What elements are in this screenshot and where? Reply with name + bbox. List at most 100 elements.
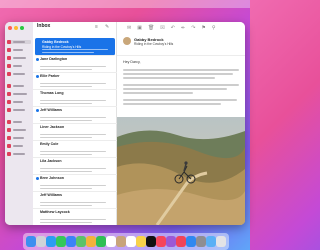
podcasts-icon[interactable]	[166, 236, 176, 247]
message-preview-line	[40, 184, 106, 186]
message-sender: Jeff Williams	[40, 108, 62, 112]
message-sender: Jane Darlington	[40, 57, 68, 61]
sidebar-item[interactable]	[7, 128, 26, 132]
close-window-button[interactable]	[8, 26, 12, 30]
message-preview-line	[40, 204, 92, 206]
message-row[interactable]: Jane Darlington	[33, 55, 117, 73]
settings-icon[interactable]	[196, 236, 206, 247]
message-preview-line	[40, 102, 92, 104]
message-sender: Gabby Bedrock	[42, 40, 69, 44]
message-row[interactable]: Matthew Laycock	[33, 208, 117, 225]
message-row[interactable]: Emily Cole	[33, 140, 117, 158]
unread-dot-icon	[35, 75, 39, 78]
dock	[23, 233, 229, 250]
unread-dot-icon	[35, 58, 39, 61]
message-list: Inbox ≡ ✎ Gabby Bedrock Riding in the Cow…	[33, 22, 117, 225]
sidebar-item[interactable]	[7, 152, 25, 156]
calendar-icon[interactable]	[106, 236, 116, 247]
message-sender: Bree Johnson	[40, 176, 64, 180]
message-preview-line	[40, 65, 106, 67]
message-sender: Jeff Williams	[40, 193, 62, 197]
message-subject: Riding in the Cowboy's Hills	[134, 42, 174, 46]
news-icon[interactable]	[176, 236, 186, 247]
body-text-line	[123, 69, 239, 71]
folder-icon[interactable]	[206, 236, 216, 247]
mailbox-icon	[7, 100, 11, 104]
sidebar-item-inbox[interactable]	[7, 40, 31, 44]
folder-icon	[7, 128, 11, 132]
archive-icon[interactable]: ▣	[137, 25, 142, 31]
message-preview-line	[40, 116, 106, 118]
message-row[interactable]: Gabby Bedrock Riding in the Cowboy's Hill…	[35, 38, 115, 56]
appstore-icon[interactable]	[186, 236, 196, 247]
message-sender: Liner Jackson	[40, 125, 65, 129]
mailbox-title: Inbox	[37, 23, 51, 29]
sidebar-item[interactable]	[7, 108, 25, 112]
trash-icon[interactable]: 🗑	[148, 25, 154, 31]
message-preview-line	[40, 187, 92, 189]
message-preview-line	[40, 153, 92, 155]
music-icon[interactable]	[156, 236, 166, 247]
reply-all-icon[interactable]: ↞	[181, 25, 185, 31]
message-preview-line	[40, 68, 92, 70]
message-row[interactable]: Bree Johnson	[33, 174, 117, 192]
launchpad-icon[interactable]	[36, 236, 46, 247]
mailbox-icon	[7, 72, 11, 76]
search-icon[interactable]: ⚲	[212, 25, 216, 31]
messages-icon[interactable]	[56, 236, 66, 247]
forward-icon[interactable]: ↷	[191, 25, 195, 31]
tv-icon[interactable]	[146, 236, 156, 247]
mailbox-icon	[7, 64, 11, 68]
sidebar-item[interactable]	[7, 100, 23, 104]
body-text-line	[123, 88, 227, 90]
reply-icon[interactable]: ↶	[171, 25, 175, 31]
body-text-line	[123, 99, 237, 101]
sidebar-item[interactable]	[7, 72, 25, 76]
sidebar-item[interactable]	[7, 84, 24, 88]
sidebar-item[interactable]	[7, 48, 23, 52]
menu-bar	[0, 0, 250, 8]
trash-icon[interactable]	[216, 236, 226, 247]
body-text-line	[123, 92, 193, 94]
message-row[interactable]: Jeff Williams	[33, 191, 117, 209]
sidebar-item[interactable]	[7, 56, 26, 60]
minimize-window-button[interactable]	[14, 26, 18, 30]
message-preview-line	[40, 136, 92, 138]
maps-icon[interactable]	[76, 236, 86, 247]
sidebar-item[interactable]	[7, 120, 22, 124]
inbox-icon	[7, 40, 11, 44]
message-row[interactable]: Liner Jackson	[33, 123, 117, 141]
message-row[interactable]: Ellie Parker	[33, 72, 117, 90]
notes-icon[interactable]	[136, 236, 146, 247]
flag-icon[interactable]: ⚑	[201, 25, 205, 31]
sidebar-item[interactable]	[7, 136, 24, 140]
message-preview-line	[40, 119, 92, 121]
compose-icon[interactable]: ✎	[105, 25, 109, 30]
message-row[interactable]: Thomas Long	[33, 89, 117, 107]
folder-icon	[7, 136, 11, 140]
attached-photo[interactable]	[117, 117, 245, 225]
message-sender: Matthew Laycock	[40, 210, 70, 214]
message-preview-line	[40, 150, 106, 152]
message-header: Gabby Bedrock Riding in the Cowboy's Hil…	[117, 34, 245, 56]
message-sender: Thomas Long	[40, 91, 64, 95]
sidebar-item[interactable]	[7, 92, 27, 96]
sidebar-item[interactable]	[7, 144, 23, 148]
safari-icon[interactable]	[46, 236, 56, 247]
reading-pane: ✉ ▣ 🗑 ☒ ↶ ↞ ↷ ⚑ ⚲ Gabby Bedrock Riding i…	[117, 22, 245, 225]
message-row[interactable]: Jeff Williams	[33, 106, 117, 124]
mail-icon[interactable]	[66, 236, 76, 247]
junk-icon[interactable]: ☒	[160, 25, 164, 31]
reminders-icon[interactable]	[126, 236, 136, 247]
contacts-icon[interactable]	[116, 236, 126, 247]
message-preview-line	[40, 82, 106, 84]
envelope-icon[interactable]: ✉	[127, 25, 131, 31]
finder-icon[interactable]	[26, 236, 36, 247]
message-row[interactable]: Lila Jackson	[33, 157, 117, 175]
sidebar-item[interactable]	[7, 64, 22, 68]
unread-dot-icon	[35, 109, 39, 112]
photos-icon[interactable]	[86, 236, 96, 247]
facetime-icon[interactable]	[96, 236, 106, 247]
zoom-window-button[interactable]	[20, 26, 24, 30]
filter-icon[interactable]: ≡	[95, 25, 98, 30]
